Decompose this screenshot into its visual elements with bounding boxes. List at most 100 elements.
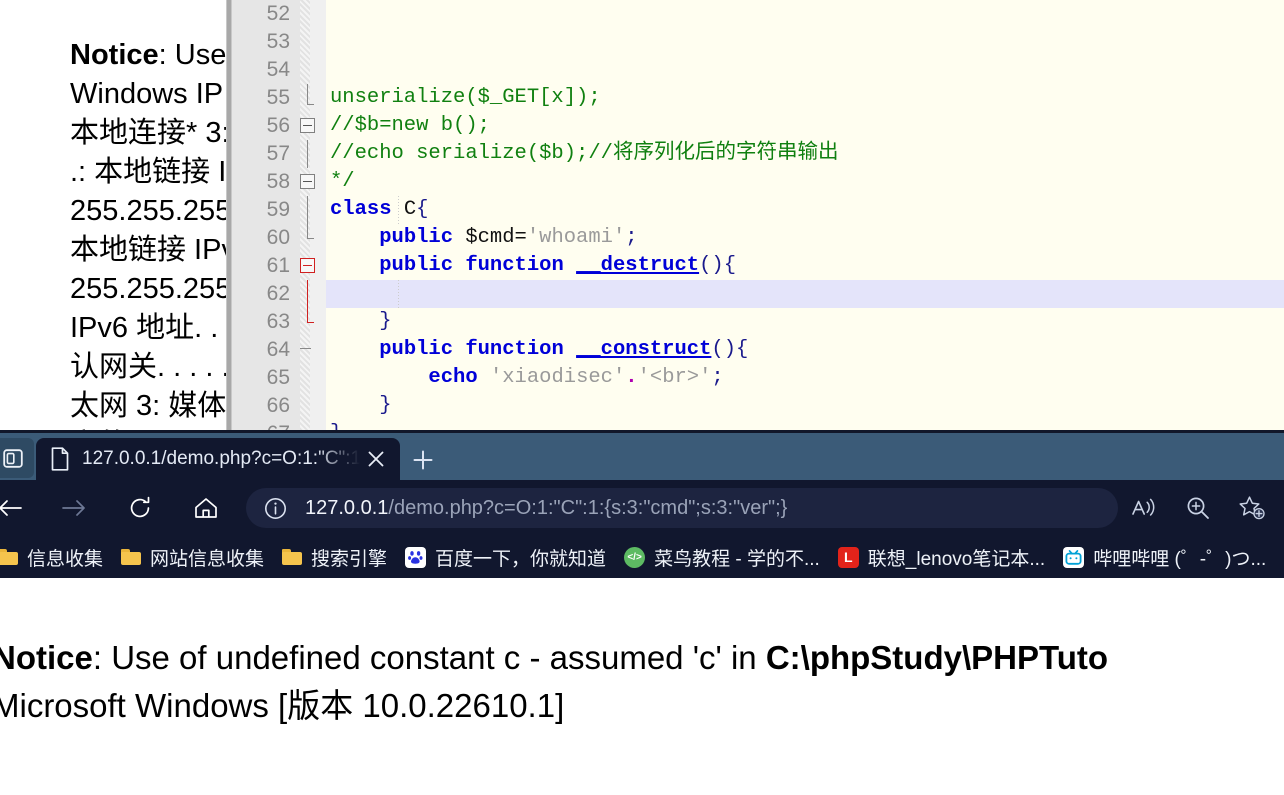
code-line: 61 public function __construct(){ [267, 252, 1284, 361]
line-number: 56 [266, 114, 290, 137]
bookmark-label: 搜索引擎 [311, 548, 388, 570]
back-arrow-icon [0, 500, 22, 516]
line-number: 65 [266, 366, 290, 389]
read-aloud-button[interactable] [1124, 489, 1164, 527]
runoob-icon: </> [624, 546, 646, 568]
forward-button[interactable] [54, 489, 94, 527]
windows-version-line: Microsoft Windows [版本 10.0.22610.1] [0, 687, 565, 724]
fold-line [307, 308, 308, 322]
tab-strip: 127.0.0.1/demo.php?c=O:1:"C":1: [0, 433, 1284, 480]
page-viewport: Notice: Use of undefined constant c - as… [0, 578, 1284, 795]
screenshot-root: Notice: Use Windows IP 本地连接* 3: .: 本地链接 … [0, 0, 1284, 795]
line-number: 55 [266, 86, 290, 109]
notice-path: C:\phpStudy\PHPTuto [765, 639, 1108, 676]
address-bar[interactable]: 127.0.0.1/demo.php?c=O:1:"C":1:{s:3:"cmd… [246, 488, 1118, 528]
fold-toggle-icon[interactable] [300, 258, 315, 273]
tab-title: 127.0.0.1/demo.php?c=O:1:"C":1: [82, 448, 360, 469]
lenovo-icon: L [837, 546, 859, 568]
fold-toggle-icon[interactable] [300, 174, 315, 189]
code-line: 52 unserialize($_GET[x]); [267, 0, 1284, 109]
notice-rest: : Use of undefined constant c - assumed … [92, 639, 766, 676]
code-line: 55 */ [267, 84, 1284, 193]
background-console-pane: Notice: Use Windows IP 本地连接* 3: .: 本地链接 … [0, 0, 232, 430]
new-tab-button[interactable] [404, 443, 442, 477]
bilibili-icon [1063, 546, 1085, 568]
address-bar-text: 127.0.0.1/demo.php?c=O:1:"C":1:{s:3:"cmd… [305, 497, 787, 520]
url-path: /demo.php?c=O:1:"C":1:{s:3:"cmd";s:3:"ve… [388, 496, 788, 519]
refresh-button[interactable] [120, 489, 160, 527]
code-editor[interactable]: 52 unserialize($_GET[x]); 53 //$b=new b(… [232, 0, 1284, 430]
bookmark-baidu[interactable]: 百度一下，你就知道 [401, 541, 614, 573]
code-line: 54 //echo serialize($b);//将序列化后的字符串输出 [267, 56, 1284, 165]
bookmark-folder-info-collection[interactable]: 信息收集 [0, 541, 111, 573]
fold-line [307, 224, 308, 238]
bookmark-bilibili[interactable]: 哔哩哔哩 (゜-゜)つ... [1059, 541, 1274, 573]
close-icon[interactable] [360, 443, 392, 475]
code-line-current: 62 echo 'xiaodisec'.'<br>'; [267, 280, 1284, 389]
bookmark-lenovo[interactable]: L 联想_lenovo笔记本... [834, 541, 1053, 573]
code-line: 66 //?c=O:1:"C":1:{s:3:"cmd";s:3:"ver";} [267, 392, 1284, 420]
fold-end-tick [307, 238, 314, 239]
zoom-icon [1187, 497, 1209, 519]
forward-arrow-icon [62, 500, 85, 516]
console-line: 太网 3: 媒体 [70, 390, 227, 422]
bookmark-label: 联想_lenovo笔记本... [867, 548, 1046, 570]
console-line: Windows IP [70, 78, 224, 110]
bookmark-label: 百度一下，你就知道 [435, 548, 607, 570]
line-number: 57 [266, 142, 290, 165]
editor-gutter-stripe [300, 0, 310, 430]
zoom-button[interactable] [1178, 489, 1218, 527]
back-button[interactable] [0, 489, 30, 527]
bookmark-label: 哔哩哔哩 (゜-゜)つ... [1093, 548, 1267, 570]
bookmark-runoob[interactable]: </> 菜鸟教程 - 学的不... [620, 541, 828, 573]
fold-toggle-icon[interactable] [300, 118, 315, 133]
fold-line [307, 196, 308, 224]
home-button[interactable] [186, 489, 226, 527]
code-line: 63 } [267, 308, 1284, 417]
code-line: 67 unserialize($_GET[c]); [267, 420, 1284, 430]
bookmark-folder-site-info-collection[interactable]: 网站信息收集 [117, 541, 272, 573]
add-favorite-button[interactable] [1232, 489, 1272, 527]
console-pane-scrollbar[interactable] [227, 0, 231, 430]
tab-actions-button[interactable] [0, 438, 34, 478]
indent-guide [398, 196, 399, 224]
notice-bold: Notice [0, 639, 93, 676]
editor-code-area[interactable]: 52 unserialize($_GET[x]); 53 //$b=new b(… [267, 0, 1284, 430]
page-text: Notice: Use of undefined constant c - as… [0, 634, 1284, 730]
bookmark-folder-search-engines[interactable]: 搜索引擎 [278, 541, 395, 573]
vertical-tabs-icon [3, 448, 23, 468]
edge-browser-window: 127.0.0.1/demo.php?c=O:1:"C":1: 127.0.0.… [0, 430, 1284, 795]
line-number: 53 [266, 30, 290, 53]
php-notice-line: Notice: Use of undefined constant c - as… [0, 634, 1284, 682]
bookmark-label: 信息收集 [27, 548, 104, 570]
line-number: 60 [266, 226, 290, 249]
info-circle-icon[interactable] [264, 497, 287, 520]
browser-tab-active[interactable]: 127.0.0.1/demo.php?c=O:1:"C":1: [36, 438, 400, 480]
home-icon [195, 498, 217, 518]
console-line: Notice: Use [70, 36, 232, 75]
console-line-rest: : Use [158, 39, 227, 71]
navigation-toolbar: 127.0.0.1/demo.php?c=O:1:"C":1:{s:3:"cmd… [0, 480, 1284, 536]
plus-icon [413, 450, 433, 470]
page-icon [50, 447, 70, 471]
fold-line [307, 140, 308, 168]
indent-guide [398, 280, 399, 308]
folder-icon [121, 549, 142, 565]
line-number: 67 [232, 420, 290, 430]
line-number: 54 [266, 58, 290, 81]
fold-line [307, 280, 308, 308]
code-line: 53 //$b=new b(); [267, 28, 1284, 137]
fold-end-tick [307, 104, 314, 105]
code-line: 64 } [267, 336, 1284, 430]
fold-line [307, 84, 308, 105]
console-notice-bold: Notice [70, 39, 159, 71]
console-line: 255.255.255 [70, 273, 232, 305]
code-line: 65 //函数引用，无对象创建触发魔术方法自定义变量 [267, 364, 1284, 392]
line-number: 64 [266, 338, 290, 361]
console-line: 本地链接 IPv [70, 234, 232, 266]
baidu-icon [405, 546, 427, 568]
console-output-text: Notice: Use Windows IP 本地连接* 3: .: 本地链接 … [70, 36, 232, 430]
line-number: 59 [266, 198, 290, 221]
console-line: 本地连接* 3: [70, 117, 230, 149]
line-number: 61 [266, 254, 290, 277]
